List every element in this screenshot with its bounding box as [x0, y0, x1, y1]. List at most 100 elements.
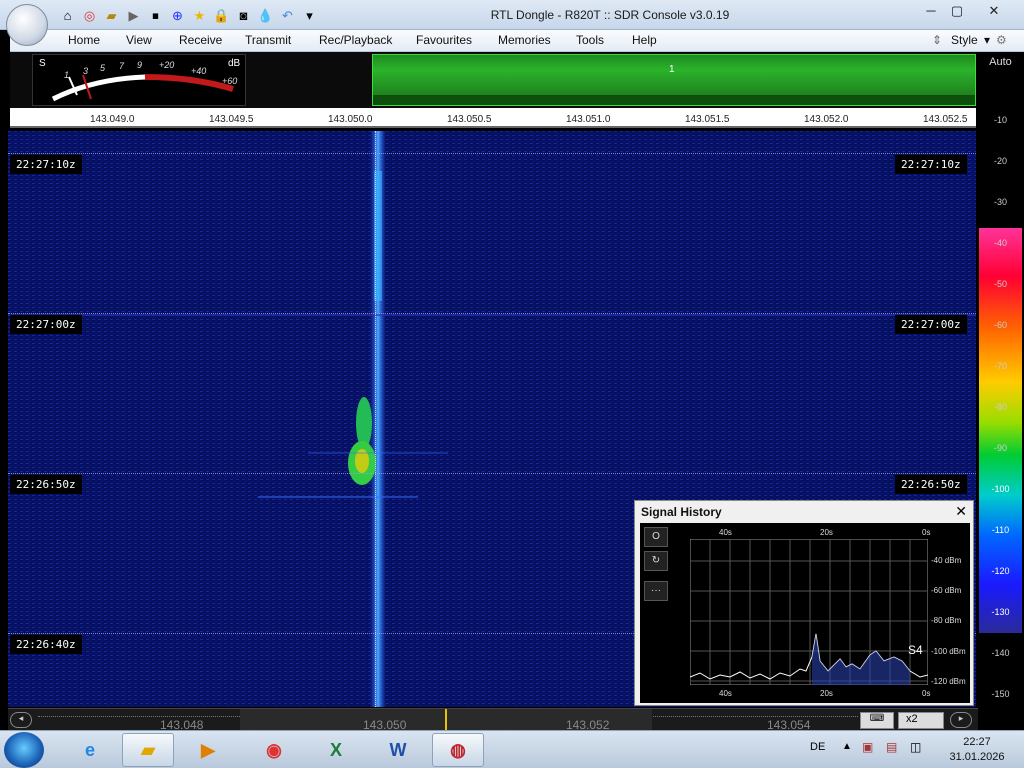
- keyboard-icon[interactable]: ⌨: [860, 712, 894, 729]
- zoom-button[interactable]: x2: [898, 712, 944, 729]
- language-indicator[interactable]: DE: [810, 741, 825, 753]
- s-reading: S4: [908, 643, 923, 657]
- freq-tick: 143.049.5: [209, 114, 254, 125]
- db-label: -50: [993, 279, 1007, 289]
- meter-tick: 3: [83, 66, 89, 76]
- explorer-icon[interactable]: ▰: [122, 733, 174, 767]
- record-button[interactable]: O: [644, 527, 668, 547]
- ie-icon[interactable]: e: [64, 733, 116, 767]
- db-label: -70: [993, 361, 1007, 371]
- time-label-left: 22:27:10z: [10, 155, 82, 174]
- title-bar: ⌂ ◎ ▰ ▶ ⏹ ⊕ ★ 🔒 ◙ 💧 ↶ ▾ RTL Dongle - R82…: [0, 0, 1024, 46]
- scroll-right-icon[interactable]: ▸: [950, 712, 972, 728]
- word-icon[interactable]: W: [372, 733, 424, 767]
- tuning-line[interactable]: [375, 131, 376, 707]
- menu-rec-playback[interactable]: Rec/Playback: [319, 33, 392, 47]
- db-label: -60: [993, 320, 1007, 330]
- folder-icon[interactable]: ▰: [102, 6, 121, 24]
- star-icon[interactable]: ★: [190, 6, 209, 24]
- taskbar: e ▰ ▶ ◉ X W ◍ DE ▲ ▣ ▤ ◫ 22:27 31.01.202…: [0, 730, 1024, 768]
- stop-icon[interactable]: ⏹: [146, 6, 165, 24]
- menu-favourites[interactable]: Favourites: [416, 33, 472, 47]
- menu-home[interactable]: Home: [68, 33, 100, 47]
- drop-icon[interactable]: 💧: [256, 6, 275, 24]
- sdr-console-window: ⌂ ◎ ▰ ▶ ⏹ ⊕ ★ 🔒 ◙ 💧 ↶ ▾ RTL Dongle - R82…: [0, 0, 1024, 768]
- s-label: S: [39, 58, 46, 69]
- time-label-left: 22:26:50z: [10, 475, 82, 494]
- dbm-label: -60 dBm: [931, 586, 962, 595]
- dropdown-icon[interactable]: ▾: [300, 6, 319, 24]
- settings-gear-icon[interactable]: ⚙: [996, 33, 1007, 47]
- more-button[interactable]: ···: [644, 581, 668, 601]
- history-graph: [690, 539, 928, 685]
- menu-transmit[interactable]: Transmit: [245, 33, 291, 47]
- menu-tools[interactable]: Tools: [576, 33, 604, 47]
- menu-bar: Home View Receive Transmit Rec/Playback …: [10, 30, 1024, 52]
- volume-icon[interactable]: ◫: [910, 740, 921, 754]
- db-label: -10: [993, 115, 1007, 125]
- db-label: -110: [991, 525, 1010, 535]
- frequency-axis[interactable]: 143.049.0 143.049.5 143.050.0 143.050.5 …: [10, 108, 976, 128]
- menu-help[interactable]: Help: [632, 33, 657, 47]
- plus-icon[interactable]: ⊕: [168, 6, 187, 24]
- close-icon[interactable]: ✕: [955, 503, 967, 520]
- menu-view[interactable]: View: [126, 33, 152, 47]
- time-label: 0s: [922, 528, 931, 537]
- auto-button[interactable]: Auto: [977, 56, 1024, 68]
- db-label: -140: [991, 648, 1010, 658]
- time-gridline: [8, 313, 976, 314]
- db-label: -150: [991, 689, 1010, 699]
- db-scale: Auto -10 -20 -30 -40 -50 -60 -70 -80 -90…: [977, 52, 1024, 728]
- freq-tick: 143.050.5: [447, 114, 492, 125]
- dbm-label: -100 dBm: [931, 647, 966, 656]
- style-dropdown-icon[interactable]: ▾: [984, 33, 990, 47]
- app-menu-orb-icon[interactable]: [6, 4, 48, 46]
- time-label-right: 22:27:00z: [895, 315, 967, 334]
- vfo-marker[interactable]: 1: [669, 64, 675, 75]
- spectrum-display[interactable]: 1: [372, 54, 976, 106]
- time-label-left: 22:26:40z: [10, 635, 82, 654]
- menu-receive[interactable]: Receive: [179, 33, 222, 47]
- window-title: RTL Dongle - R820T :: SDR Console v3.0.1…: [490, 8, 730, 22]
- spectrum-noise-floor: [373, 95, 975, 105]
- tray-expand-icon[interactable]: ▲: [842, 741, 852, 752]
- scroll-left-icon[interactable]: ◂: [10, 712, 32, 728]
- time-label: 20s: [820, 528, 833, 537]
- maximize-button[interactable]: ▢: [944, 2, 970, 22]
- time-label: 20s: [820, 689, 833, 698]
- close-button[interactable]: ✕: [980, 2, 1008, 22]
- lifebuoy-icon[interactable]: ◎: [80, 6, 99, 24]
- menu-style[interactable]: Style: [951, 33, 978, 47]
- clock[interactable]: 22:27 31.01.2026: [936, 735, 1018, 765]
- meter-tick: +20: [159, 60, 175, 70]
- style-chevron-icon[interactable]: ⇕: [932, 33, 942, 47]
- time-gridline: [8, 153, 976, 154]
- sdr-icon[interactable]: ◍: [432, 733, 484, 767]
- meter-tick: 1: [64, 70, 70, 80]
- meter-tick: 9: [137, 60, 143, 70]
- home-icon[interactable]: ⌂: [58, 6, 77, 24]
- freq-tick: 143.051.5: [685, 114, 730, 125]
- camera-icon[interactable]: ◙: [234, 6, 253, 24]
- frequency-scroll-bar[interactable]: ◂ 143.048 143.050 143.052 143.054 ⌨ x2 ▸: [8, 708, 978, 732]
- play-icon[interactable]: ▶: [124, 6, 143, 24]
- lock-icon[interactable]: 🔒: [212, 6, 231, 24]
- db-label: -130: [991, 607, 1010, 617]
- signal-history-title: Signal History: [641, 505, 722, 519]
- media-icon[interactable]: ▶: [182, 733, 234, 767]
- minimize-button[interactable]: ─: [918, 2, 944, 22]
- chrome-icon[interactable]: ◉: [248, 733, 300, 767]
- excel-icon[interactable]: X: [310, 733, 362, 767]
- dbm-label: -40 dBm: [931, 556, 962, 565]
- freq-tick: 143.052.0: [804, 114, 849, 125]
- meter-tick: 7: [119, 61, 125, 71]
- meter-tick: +40: [191, 66, 207, 76]
- freq-tick: 143.050.0: [328, 114, 373, 125]
- menu-memories[interactable]: Memories: [498, 33, 551, 47]
- start-button[interactable]: [4, 732, 44, 768]
- s-meter: S dB 1 3 5 7 9 +20 +40 +60: [32, 54, 246, 106]
- undo-icon[interactable]: ↶: [278, 6, 297, 24]
- tray-icon[interactable]: ▣: [862, 740, 873, 754]
- reset-button[interactable]: ↻: [644, 551, 668, 571]
- network-icon[interactable]: ▤: [886, 740, 897, 754]
